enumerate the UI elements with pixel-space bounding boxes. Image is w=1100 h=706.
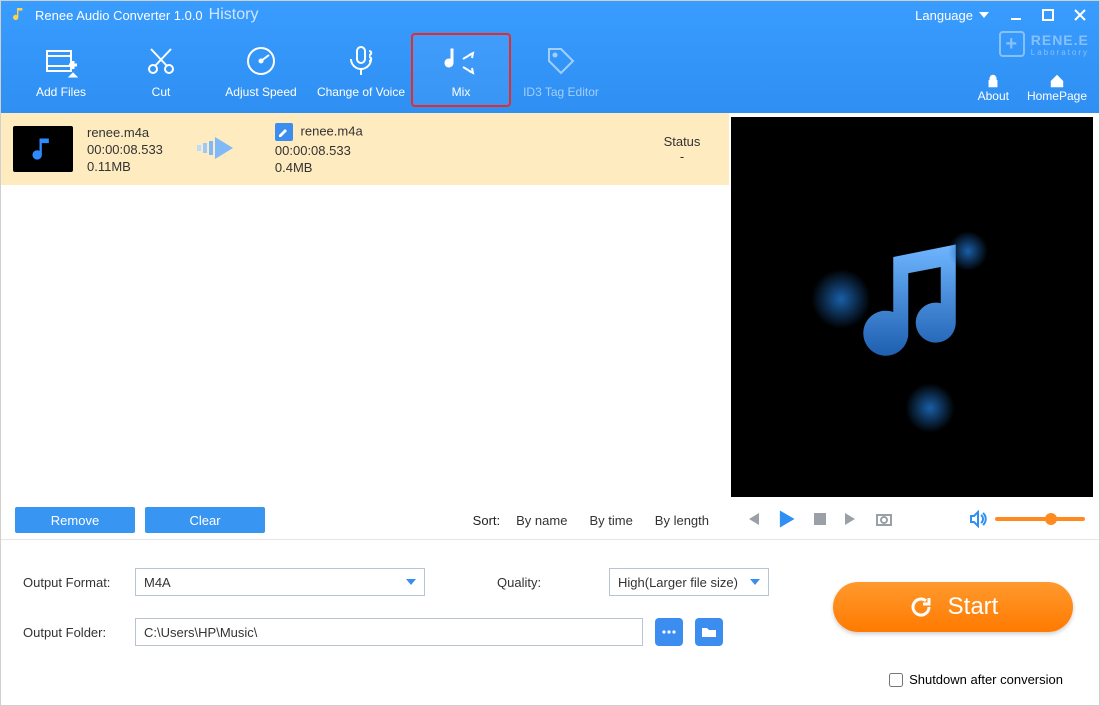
- output-folder-label: Output Folder:: [23, 625, 123, 640]
- shutdown-checkbox[interactable]: Shutdown after conversion: [889, 672, 1063, 687]
- homepage-link[interactable]: HomePage: [1027, 73, 1087, 103]
- language-selector[interactable]: Language: [915, 8, 989, 23]
- app-window: Renee Audio Converter 1.0.0 History Lang…: [0, 0, 1100, 706]
- volume-slider[interactable]: [995, 517, 1085, 521]
- mix-label: Mix: [413, 85, 509, 99]
- change-voice-label: Change of Voice: [313, 85, 409, 99]
- output-panel: Output Format: M4A Quality: High(Larger …: [1, 539, 1099, 705]
- dst-duration: 00:00:08.533: [275, 143, 363, 158]
- file-row[interactable]: renee.m4a 00:00:08.533 0.11MB renee.m4a …: [1, 113, 729, 185]
- refresh-icon: [908, 594, 934, 620]
- more-button[interactable]: [655, 618, 683, 646]
- chevron-down-icon: [750, 579, 760, 585]
- change-voice-button[interactable]: Change of Voice: [311, 33, 411, 107]
- dst-size: 0.4MB: [275, 160, 363, 175]
- volume-icon[interactable]: [969, 510, 987, 528]
- cut-button[interactable]: Cut: [111, 33, 211, 107]
- file-thumbnail: [13, 126, 73, 172]
- sort-by-time[interactable]: By time: [589, 513, 632, 528]
- src-filename: renee.m4a: [87, 125, 163, 140]
- output-format-label: Output Format:: [23, 575, 123, 590]
- adjust-speed-label: Adjust Speed: [213, 85, 309, 99]
- scissors-icon: [113, 41, 209, 81]
- next-button[interactable]: [843, 510, 861, 528]
- app-icon: [11, 6, 27, 25]
- adjust-speed-button[interactable]: Adjust Speed: [211, 33, 311, 107]
- play-button[interactable]: [775, 508, 797, 530]
- chevron-down-icon: [979, 12, 989, 18]
- prev-button[interactable]: [743, 510, 761, 528]
- edit-icon[interactable]: [275, 123, 293, 141]
- language-label: Language: [915, 8, 973, 23]
- titlebar: Renee Audio Converter 1.0.0 History Lang…: [1, 1, 1099, 29]
- add-files-button[interactable]: Add Files: [11, 33, 111, 107]
- header: Renee Audio Converter 1.0.0 History Lang…: [1, 1, 1099, 113]
- toolbar: Add Files Cut Adjust Speed Change of Voi…: [1, 29, 1099, 113]
- id3-editor-button[interactable]: ID3 Tag Editor: [511, 33, 611, 107]
- dst-filename: renee.m4a: [301, 123, 363, 138]
- clear-button[interactable]: Clear: [145, 507, 265, 533]
- shutdown-checkbox-input[interactable]: [889, 673, 903, 687]
- remove-button[interactable]: Remove: [15, 507, 135, 533]
- status-value: -: [647, 149, 717, 164]
- sort-label: Sort:: [473, 513, 500, 528]
- stop-button[interactable]: [811, 510, 829, 528]
- id3-label: ID3 Tag Editor: [513, 85, 609, 99]
- film-add-icon: [13, 41, 109, 81]
- browse-folder-button[interactable]: [695, 618, 723, 646]
- snapshot-button[interactable]: [875, 510, 893, 528]
- preview-display: [731, 117, 1093, 497]
- about-link[interactable]: About: [978, 73, 1009, 103]
- cut-label: Cut: [113, 85, 209, 99]
- sort-bar: Remove Clear Sort: By name By time By le…: [1, 499, 729, 541]
- add-files-label: Add Files: [13, 85, 109, 99]
- arrow-icon: [195, 133, 243, 166]
- src-duration: 00:00:08.533: [87, 142, 163, 157]
- quality-select[interactable]: High(Larger file size): [609, 568, 769, 596]
- output-format-select[interactable]: M4A: [135, 568, 425, 596]
- app-title: Renee Audio Converter 1.0.0: [35, 8, 203, 23]
- minimize-button[interactable]: [1007, 6, 1025, 24]
- tag-icon: [513, 41, 609, 81]
- microphone-icon: [313, 41, 409, 81]
- history-link[interactable]: History: [209, 6, 259, 24]
- src-size: 0.11MB: [87, 159, 163, 174]
- gauge-icon: [213, 41, 309, 81]
- home-icon: [1048, 73, 1066, 89]
- chevron-down-icon: [406, 579, 416, 585]
- sort-by-length[interactable]: By length: [655, 513, 709, 528]
- file-list-pane: renee.m4a 00:00:08.533 0.11MB renee.m4a …: [1, 113, 729, 541]
- player-controls: [729, 497, 1099, 541]
- lock-icon: [984, 73, 1002, 89]
- sort-by-name[interactable]: By name: [516, 513, 567, 528]
- start-button[interactable]: Start: [833, 582, 1073, 632]
- close-button[interactable]: [1071, 6, 1089, 24]
- status-header: Status: [647, 134, 717, 149]
- output-folder-input[interactable]: C:\Users\HP\Music\: [135, 618, 643, 646]
- maximize-button[interactable]: [1039, 6, 1057, 24]
- quality-label: Quality:: [497, 575, 597, 590]
- mix-button[interactable]: Mix: [411, 33, 511, 107]
- mix-icon: [413, 41, 509, 81]
- preview-pane: [729, 113, 1099, 541]
